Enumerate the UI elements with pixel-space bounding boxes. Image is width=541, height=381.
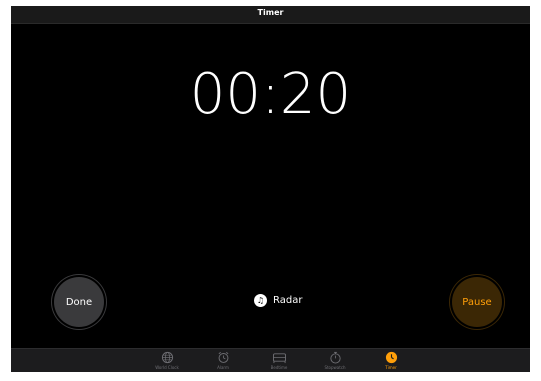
sound-selector[interactable]: ♫ Radar <box>254 294 302 307</box>
timer-screen: Timer 00:20 Done ♫ Radar Pause World Clo… <box>11 6 530 372</box>
timer-countdown: 00:20 <box>189 62 352 127</box>
tab-label: Bedtime <box>270 365 288 370</box>
tab-bar: World Clock Alarm Bedtime Stopwatch Time… <box>11 348 530 372</box>
pause-button-label: Pause <box>462 296 492 308</box>
sound-label: Radar <box>273 295 303 306</box>
tab-label: Timer <box>385 365 397 370</box>
stopwatch-icon <box>329 351 341 364</box>
pause-button[interactable]: Pause <box>452 277 502 327</box>
tab-stopwatch[interactable]: Stopwatch <box>315 351 355 370</box>
title-bar: Timer <box>11 6 530 24</box>
tab-timer[interactable]: Timer <box>371 351 411 370</box>
music-note-icon: ♫ <box>254 294 267 307</box>
tab-bedtime[interactable]: Bedtime <box>259 351 299 370</box>
tab-label: Stopwatch <box>324 365 346 370</box>
globe-icon <box>161 351 173 364</box>
tab-label: World Clock <box>155 365 179 370</box>
tab-world-clock[interactable]: World Clock <box>147 351 187 370</box>
tab-label: Alarm <box>217 365 229 370</box>
tab-alarm[interactable]: Alarm <box>203 351 243 370</box>
alarm-clock-icon <box>218 352 228 363</box>
page-title: Timer <box>257 8 284 17</box>
bed-icon <box>272 353 286 364</box>
done-button[interactable]: Done <box>54 277 104 327</box>
timer-icon <box>385 351 397 364</box>
done-button-label: Done <box>65 296 93 308</box>
